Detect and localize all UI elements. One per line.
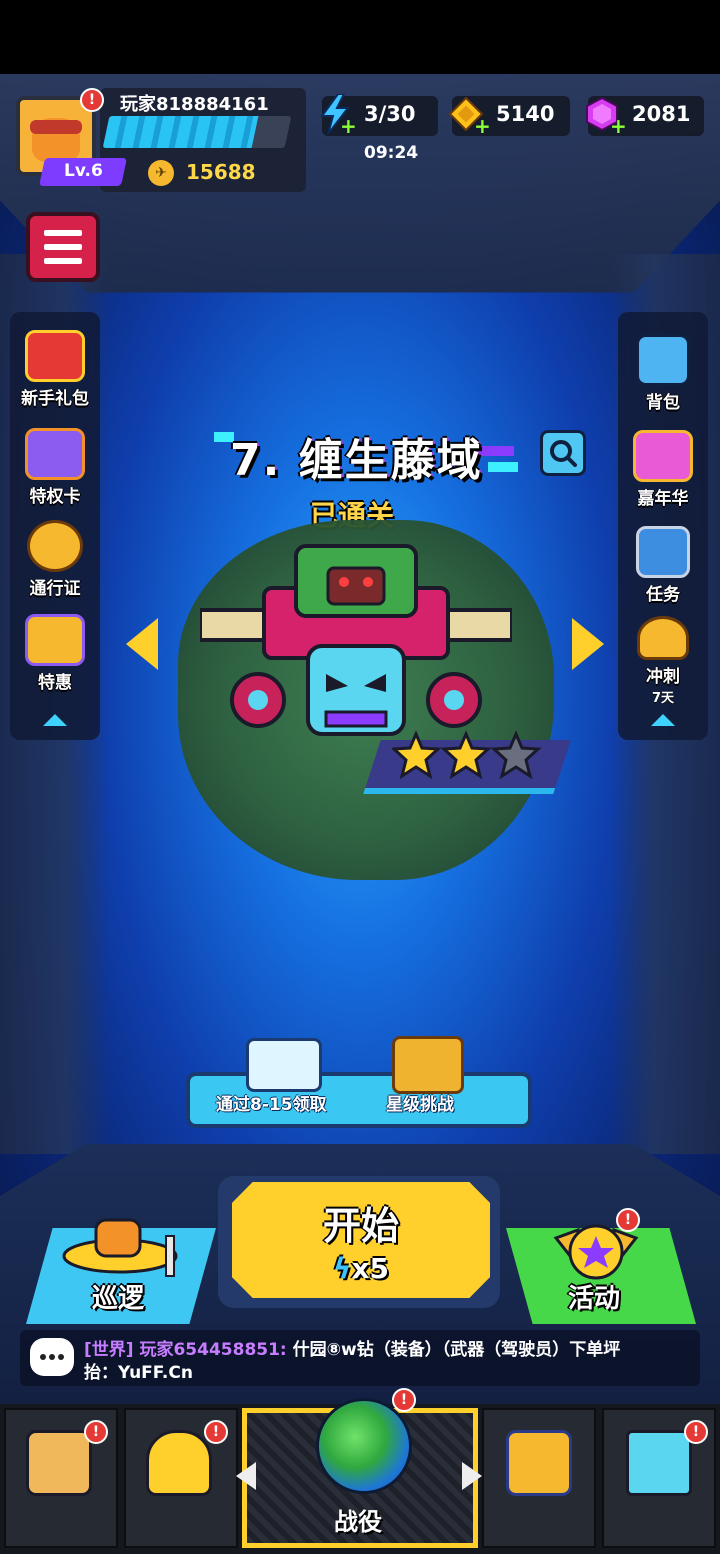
glitch-decoration bbox=[488, 462, 518, 472]
star-rating-icon bbox=[392, 730, 542, 780]
chat-dot bbox=[40, 1354, 46, 1360]
menu-line-icon bbox=[44, 258, 82, 264]
base-alert-badge-icon: ! bbox=[684, 1420, 708, 1444]
gold-add-icon[interactable]: + bbox=[474, 116, 491, 136]
right-menu-label: 冲刺 bbox=[646, 667, 680, 687]
menu-line-icon bbox=[44, 244, 82, 250]
left-menu-label: 特惠 bbox=[38, 673, 72, 693]
right-menu-label: 任务 bbox=[646, 585, 680, 605]
left-menu-label: 特权卡 bbox=[29, 487, 81, 507]
exp-progress-fill bbox=[102, 116, 259, 148]
nav-prev-arrow-icon[interactable] bbox=[236, 1462, 256, 1490]
equipment-alert-badge-icon: ! bbox=[84, 1420, 108, 1444]
next-level-arrow-icon[interactable] bbox=[572, 618, 604, 670]
nav-next-arrow-icon[interactable] bbox=[462, 1462, 482, 1490]
pilot-plane-icon bbox=[146, 1430, 212, 1496]
left-menu-item-special-offer[interactable]: 特惠 bbox=[10, 614, 100, 693]
menu-line-icon bbox=[44, 230, 82, 236]
right-menu-item-quest[interactable]: 任务 bbox=[618, 526, 708, 605]
boss-mech-icon bbox=[200, 544, 512, 736]
energy-cost-bolt-icon: ϟ bbox=[332, 1252, 352, 1285]
campaign-alert-badge-icon: ! bbox=[392, 1388, 416, 1412]
chat-channel: [世界] bbox=[84, 1340, 134, 1360]
sprint-trophy-icon bbox=[637, 616, 689, 660]
energy-value: 3/30 bbox=[364, 102, 416, 126]
rank-points: 15688 bbox=[186, 160, 256, 184]
battle-pass-icon bbox=[27, 520, 83, 572]
start-cost: ϟx5 bbox=[333, 1252, 389, 1285]
chat-bubble-icon[interactable] bbox=[30, 1338, 74, 1376]
left-panel-collapse-icon[interactable] bbox=[43, 714, 67, 726]
chat-dot bbox=[58, 1354, 64, 1360]
chat-message-continued: 抬：YuFF.Cn bbox=[84, 1363, 193, 1383]
special-offer-icon bbox=[25, 614, 85, 666]
rank-wings-icon: ✈ bbox=[148, 160, 174, 186]
pass-reward-chest-icon[interactable] bbox=[246, 1038, 322, 1092]
left-menu-label: 通行证 bbox=[29, 579, 81, 599]
energy-add-icon[interactable]: + bbox=[340, 116, 357, 136]
campaign-globe-icon bbox=[316, 1398, 412, 1494]
start-battle-button[interactable]: 开始 ϟx5 bbox=[232, 1182, 490, 1298]
chat-message: 什园⑧w钻（装备）（武器（驾驶员）下单坪 bbox=[292, 1340, 621, 1360]
right-menu-label: 背包 bbox=[646, 393, 680, 413]
energy-timer: 09:24 bbox=[364, 143, 419, 163]
main-menu-button[interactable] bbox=[26, 212, 100, 282]
left-menu-item-battle-pass[interactable]: 通行证 bbox=[10, 520, 100, 599]
player-name: 玩家818884161 bbox=[120, 94, 269, 115]
carnival-icon bbox=[633, 430, 693, 482]
left-menu-item-privilege-card[interactable]: 特权卡 bbox=[10, 428, 100, 507]
control-tower-icon bbox=[626, 1430, 692, 1496]
exp-progress-bar bbox=[102, 116, 292, 148]
patrol-label: 巡逻 bbox=[92, 1284, 145, 1314]
chat-dot bbox=[49, 1354, 55, 1360]
avatar-goggles bbox=[30, 120, 82, 134]
equipment-crate-icon bbox=[26, 1430, 92, 1496]
right-menu-item-carnival[interactable]: 嘉年华 bbox=[618, 430, 708, 509]
pass-reward-label[interactable]: 通过8-15领取 bbox=[216, 1090, 327, 1115]
right-menu-item-sprint[interactable]: 冲刺 7天 bbox=[618, 616, 708, 706]
quest-icon bbox=[636, 526, 690, 578]
patrol-plane-icon bbox=[62, 1218, 178, 1277]
left-menu-item-starter-pack[interactable]: 新手礼包 bbox=[10, 330, 100, 409]
event-label: 活动 bbox=[568, 1284, 621, 1314]
right-menu-item-backpack[interactable]: 背包 bbox=[618, 334, 708, 413]
energy-cost-value: x5 bbox=[351, 1252, 390, 1285]
privilege-card-icon bbox=[25, 428, 85, 480]
right-panel-collapse-icon[interactable] bbox=[651, 714, 675, 726]
gem-add-icon[interactable]: + bbox=[610, 116, 627, 136]
player-level: Lv.6 bbox=[64, 161, 103, 181]
pilot-alert-badge-icon: ! bbox=[204, 1420, 228, 1444]
star-challenge-chest-icon[interactable] bbox=[392, 1036, 464, 1094]
gift-box-icon bbox=[25, 330, 85, 382]
star-challenge-label[interactable]: 星级挑战 bbox=[386, 1090, 454, 1115]
previous-level-arrow-icon[interactable] bbox=[126, 618, 158, 670]
chat-sender: 玩家654458851: bbox=[139, 1340, 287, 1360]
start-label: 开始 bbox=[322, 1204, 399, 1248]
right-menu-label: 嘉年华 bbox=[637, 489, 689, 509]
status-bar-area bbox=[0, 0, 720, 74]
backpack-icon bbox=[636, 334, 690, 386]
magnifier-icon bbox=[550, 440, 577, 467]
level-title: 7. 缠生藤域 bbox=[230, 435, 483, 486]
chat-message-line: [世界] 玩家654458851: 什园⑧w钻（装备）（武器（驾驶员）下单坪 bbox=[84, 1335, 620, 1360]
nav-campaign-label: 战役 bbox=[334, 1508, 382, 1536]
puzzle-board-icon bbox=[506, 1430, 572, 1496]
sprint-days-label: 7天 bbox=[651, 691, 675, 706]
avatar-alert-badge-icon: ! bbox=[80, 88, 104, 112]
left-menu-label: 新手礼包 bbox=[21, 389, 89, 409]
level-info-button[interactable] bbox=[540, 430, 586, 476]
event-alert-badge-icon: ! bbox=[616, 1208, 640, 1232]
gem-value: 2081 bbox=[632, 102, 691, 126]
gold-value: 5140 bbox=[496, 102, 555, 126]
